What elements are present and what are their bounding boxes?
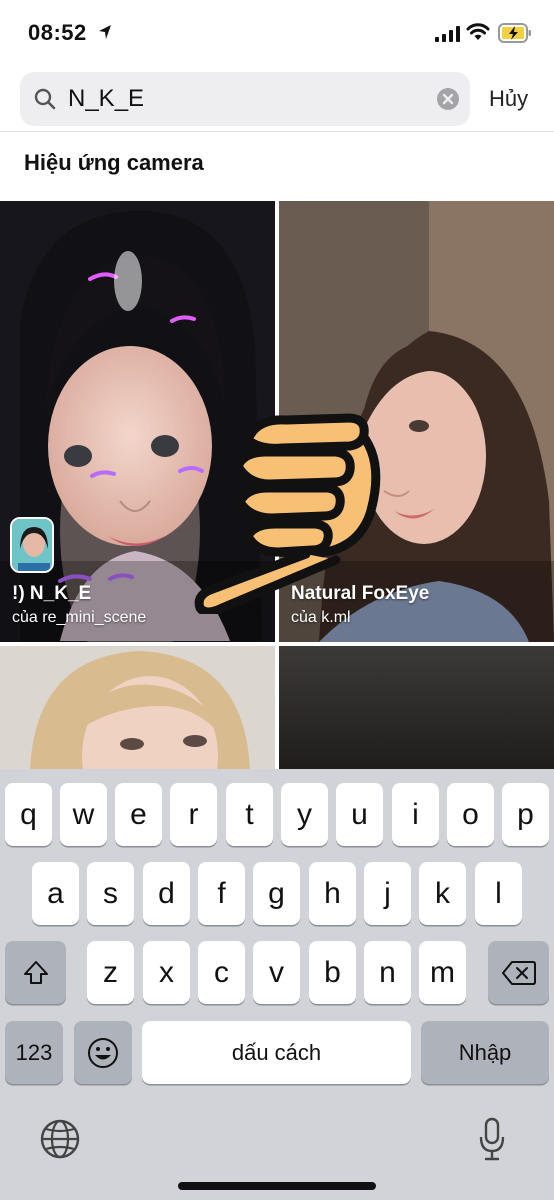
key-d[interactable]: d [143, 862, 190, 925]
numbers-key[interactable]: 123 [5, 1021, 63, 1084]
key-k[interactable]: k [419, 862, 466, 925]
keyboard: q w e r t y u i o p a s d f g h j k l z … [0, 769, 554, 1200]
shift-icon [23, 960, 48, 984]
globe-icon[interactable] [40, 1119, 80, 1159]
search-bar[interactable] [20, 72, 470, 126]
microphone-icon[interactable] [478, 1117, 506, 1161]
key-i[interactable]: i [392, 783, 439, 846]
cancel-button[interactable]: Hủy [489, 86, 528, 112]
key-o[interactable]: o [447, 783, 494, 846]
emoji-icon [88, 1037, 118, 1068]
effect-title: !) N_K_E [12, 583, 92, 604]
location-arrow-icon [99, 25, 111, 39]
section-title: Hiệu ứng camera [24, 150, 204, 175]
effect-preview-image [279, 646, 554, 771]
space-key[interactable]: dấu cách [142, 1021, 411, 1084]
creator-avatar [10, 517, 54, 573]
backspace-icon [501, 960, 536, 985]
key-w[interactable]: w [60, 783, 107, 846]
emoji-key[interactable] [74, 1021, 132, 1084]
key-y[interactable]: y [281, 783, 328, 846]
key-p[interactable]: p [502, 783, 549, 846]
status-bar: 08:52 [0, 0, 554, 66]
key-z[interactable]: z [87, 941, 134, 1004]
effect-tile-4[interactable] [279, 646, 554, 771]
divider [0, 131, 554, 132]
search-icon [34, 88, 56, 110]
effect-author: của re_mini_scene [12, 609, 147, 626]
key-f[interactable]: f [198, 862, 245, 925]
key-m[interactable]: m [419, 941, 466, 1004]
cellular-signal-icon [435, 26, 460, 42]
key-t[interactable]: t [226, 783, 273, 846]
effect-preview-image [0, 646, 275, 771]
key-v[interactable]: v [253, 941, 300, 1004]
key-h[interactable]: h [309, 862, 356, 925]
clear-search-icon[interactable] [436, 87, 460, 111]
key-u[interactable]: u [336, 783, 383, 846]
backspace-key[interactable] [488, 941, 549, 1004]
key-q[interactable]: q [5, 783, 52, 846]
key-c[interactable]: c [198, 941, 245, 1004]
grid-divider [0, 642, 554, 646]
return-key[interactable]: Nhập [421, 1021, 549, 1084]
key-r[interactable]: r [170, 783, 217, 846]
key-x[interactable]: x [143, 941, 190, 1004]
battery-charging-icon [498, 23, 531, 43]
key-g[interactable]: g [253, 862, 300, 925]
shift-key[interactable] [5, 941, 66, 1004]
key-b[interactable]: b [309, 941, 356, 1004]
pointing-hand-icon [194, 413, 381, 614]
key-n[interactable]: n [364, 941, 411, 1004]
search-input[interactable] [68, 84, 438, 114]
key-j[interactable]: j [364, 862, 411, 925]
status-time: 08:52 [28, 20, 87, 45]
wifi-icon [466, 23, 490, 40]
key-a[interactable]: a [32, 862, 79, 925]
home-indicator[interactable] [178, 1182, 376, 1190]
key-e[interactable]: e [115, 783, 162, 846]
effect-tile-3[interactable] [0, 646, 275, 771]
key-l[interactable]: l [475, 862, 522, 925]
key-s[interactable]: s [87, 862, 134, 925]
